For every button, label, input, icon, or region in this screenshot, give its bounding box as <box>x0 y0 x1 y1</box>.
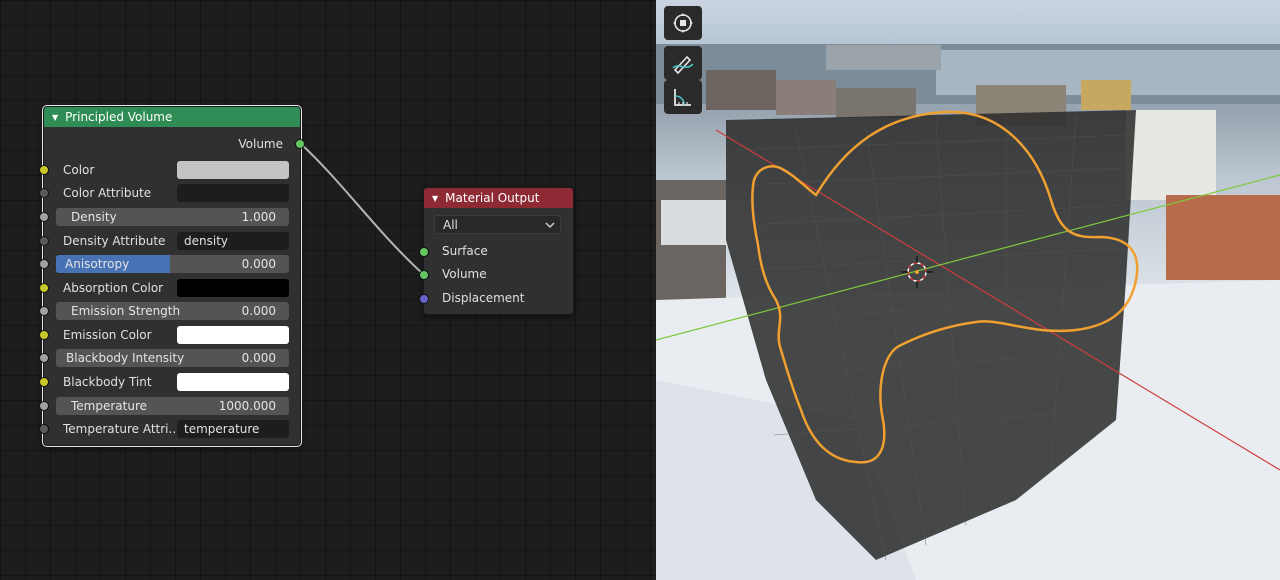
emission-strength-value: 0.000 <box>241 304 276 318</box>
input-density-attribute-row: Density Attribute density <box>39 231 300 251</box>
input-temperature-row: Temperature 1000.000 <box>39 396 300 416</box>
emission-strength-label: Emission Strength <box>71 304 181 318</box>
output-volume-socket[interactable] <box>295 139 305 149</box>
temperature-slider[interactable]: Temperature 1000.000 <box>56 397 289 415</box>
emission-color-swatch[interactable] <box>177 326 289 344</box>
blackbody-intensity-label: Blackbody Intensity <box>66 351 185 365</box>
emission-strength-slider[interactable]: Emission Strength 0.000 <box>56 302 289 320</box>
blackbody-intensity-socket[interactable] <box>39 353 49 363</box>
color-socket[interactable] <box>39 165 49 175</box>
volume-link[interactable] <box>299 142 424 275</box>
color-attribute-field[interactable] <box>177 184 289 202</box>
annotate-icon <box>672 55 694 74</box>
temperature-label: Temperature <box>71 399 148 413</box>
node-editor[interactable]: ▼ Principled Volume Volume Color Color A… <box>0 0 655 580</box>
color-swatch[interactable] <box>177 161 289 179</box>
material-output-node[interactable]: ▼ Material Output All Surface Volume Dis… <box>419 187 574 315</box>
temperature-attribute-socket[interactable] <box>39 424 49 434</box>
blackbody-intensity-slider[interactable]: Blackbody Intensity 0.000 <box>56 349 289 367</box>
blackbody-tint-swatch[interactable] <box>177 373 289 391</box>
measure-button[interactable] <box>664 80 702 114</box>
anisotropy-value: 0.000 <box>241 257 276 271</box>
density-value: 1.000 <box>241 210 276 224</box>
absorption-color-socket[interactable] <box>39 283 49 293</box>
input-color-row: Color <box>39 160 300 180</box>
emission-color-label: Emission Color <box>63 328 152 342</box>
emission-strength-socket[interactable] <box>39 306 49 316</box>
temperature-attribute-field[interactable]: temperature <box>177 420 289 438</box>
temperature-value: 1000.000 <box>218 399 276 413</box>
surface-label: Surface <box>442 244 488 258</box>
input-anisotropy-row: Anisotropy 0.000 <box>39 254 300 274</box>
density-label: Density <box>71 210 117 224</box>
emission-color-socket[interactable] <box>39 330 49 340</box>
input-absorption-color-row: Absorption Color <box>39 278 300 298</box>
volume-socket[interactable] <box>419 270 429 280</box>
color-label: Color <box>63 163 95 177</box>
view-navigate-button[interactable] <box>664 6 702 40</box>
anisotropy-label: Anisotropy <box>65 257 130 271</box>
surface-socket[interactable] <box>419 247 429 257</box>
chevron-down-icon <box>545 222 555 229</box>
density-slider[interactable]: Density 1.000 <box>56 208 289 226</box>
volume-label: Volume <box>442 267 487 281</box>
output-volume-label: Volume <box>238 137 283 151</box>
target-dropdown[interactable]: All <box>434 215 561 234</box>
material-output-header[interactable]: ▼ Material Output <box>424 188 573 208</box>
density-attribute-field[interactable]: density <box>177 232 289 250</box>
input-density-row: Density 1.000 <box>39 207 300 227</box>
input-blackbody-tint-row: Blackbody Tint <box>39 372 300 392</box>
density-attribute-socket[interactable] <box>39 236 49 246</box>
anisotropy-slider[interactable]: Anisotropy 0.000 <box>56 255 289 273</box>
target-dropdown-value: All <box>443 218 458 232</box>
color-attribute-socket[interactable] <box>39 188 49 198</box>
measure-icon <box>674 89 691 106</box>
blackbody-tint-socket[interactable] <box>39 377 49 387</box>
input-color-attribute-row: Color Attribute <box>39 183 300 203</box>
3d-viewport[interactable] <box>656 0 1280 580</box>
density-socket[interactable] <box>39 212 49 222</box>
principled-volume-header[interactable]: ▼ Principled Volume <box>44 107 300 127</box>
temperature-socket[interactable] <box>39 401 49 411</box>
material-output-title: Material Output <box>445 191 540 205</box>
principled-volume-node[interactable]: ▼ Principled Volume Volume Color Color A… <box>39 105 305 447</box>
annotate-button[interactable] <box>664 46 702 80</box>
temperature-attribute-label: Temperature Attri.. <box>63 422 177 436</box>
displacement-socket[interactable] <box>419 294 429 304</box>
principled-volume-title: Principled Volume <box>65 110 173 124</box>
anisotropy-socket[interactable] <box>39 259 49 269</box>
density-attribute-label: Density Attribute <box>63 234 166 248</box>
input-emission-strength-row: Emission Strength 0.000 <box>39 301 300 321</box>
color-attribute-label: Color Attribute <box>63 186 152 200</box>
input-temperature-attribute-row: Temperature Attri.. temperature <box>39 419 300 439</box>
blackbody-intensity-value: 0.000 <box>241 351 276 365</box>
view-navigate-icon <box>673 13 693 33</box>
absorption-color-label: Absorption Color <box>63 281 164 295</box>
blackbody-tint-label: Blackbody Tint <box>63 375 152 389</box>
collapse-triangle-icon[interactable]: ▼ <box>432 194 438 203</box>
viewport-scene <box>656 44 1280 580</box>
collapse-triangle-icon[interactable]: ▼ <box>52 113 58 122</box>
displacement-label: Displacement <box>442 291 525 305</box>
absorption-color-swatch[interactable] <box>177 279 289 297</box>
input-blackbody-intensity-row: Blackbody Intensity 0.000 <box>39 348 300 368</box>
input-emission-color-row: Emission Color <box>39 325 300 345</box>
